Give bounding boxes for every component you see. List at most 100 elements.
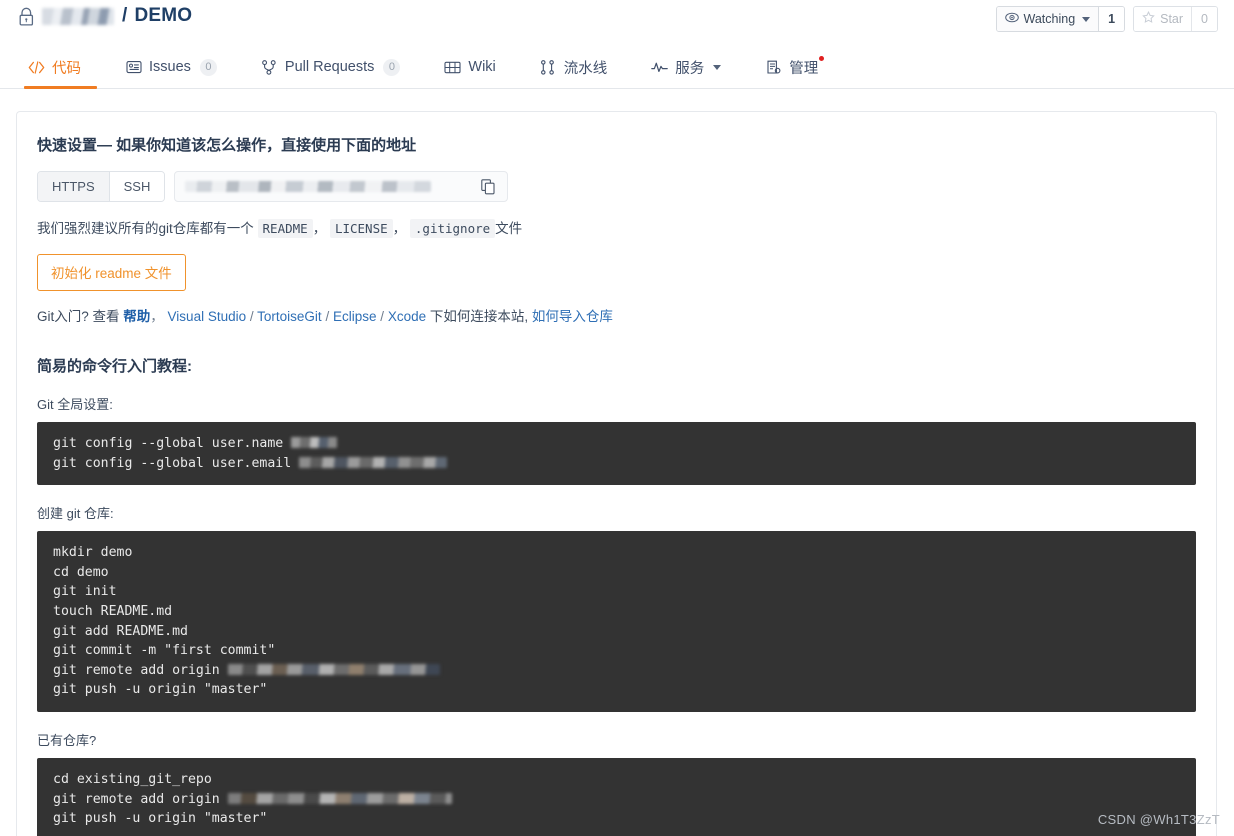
book-icon — [444, 59, 461, 76]
tab-service[interactable]: 服务 — [629, 46, 743, 88]
code-line: git config --global user.email — [53, 454, 1180, 474]
code-line-text: git add README.md — [53, 623, 188, 639]
code-block-global-config[interactable]: git config --global user.name git config… — [37, 422, 1196, 486]
link-xcode[interactable]: Xcode — [388, 309, 426, 324]
protocol-https-button[interactable]: HTTPS — [38, 172, 109, 201]
redacted-remote-url — [227, 792, 452, 804]
eye-icon — [1004, 12, 1019, 26]
watching-label: Watching — [1023, 12, 1076, 26]
clone-url-input[interactable] — [174, 171, 509, 202]
code-line: git config --global user.name — [53, 434, 1180, 454]
issue-card-icon — [125, 59, 142, 76]
git-help-comma: ， — [150, 309, 164, 324]
git-help-lead: Git入门? 查看 — [37, 309, 120, 324]
code-line-text: git remote add origin — [53, 662, 228, 678]
link-tortoisegit[interactable]: TortoiseGit — [257, 309, 322, 324]
code-line-text: git commit -m "first commit" — [53, 643, 276, 659]
code-line: git remote add origin — [53, 790, 1180, 810]
activity-icon — [651, 59, 669, 76]
lock-icon — [18, 7, 35, 27]
clone-row: HTTPS SSH — [37, 171, 1196, 202]
clone-url-redacted — [185, 181, 432, 192]
code-line-text: git config --global user.name — [53, 436, 292, 451]
client-sep-3: / — [380, 309, 385, 324]
redacted-user-email — [299, 456, 448, 468]
client-sep-1: / — [249, 309, 254, 324]
code-line: git push -u origin "master" — [53, 680, 1180, 700]
code-line: mkdir demo — [53, 543, 1180, 563]
code-line-text: git push -u origin "master" — [53, 811, 268, 827]
code-line-text: git remote add origin — [53, 791, 228, 807]
pipeline-icon — [540, 59, 557, 76]
advice-comma-1: ， — [312, 221, 327, 236]
tab-manage[interactable]: 管理 — [743, 46, 840, 88]
redacted-remote-url — [227, 663, 440, 675]
link-eclipse[interactable]: Eclipse — [333, 309, 377, 324]
redacted-user-name — [291, 437, 338, 448]
code-line: cd demo — [53, 563, 1180, 583]
tab-code-label: 代码 — [52, 60, 81, 77]
tutorial-title: 简易的命令行入门教程: — [37, 358, 192, 375]
watching-button[interactable]: Watching — [996, 7, 1100, 31]
code-block-existing-repo[interactable]: cd existing_git_repo git remote add origi… — [37, 757, 1196, 836]
title-separator: / — [122, 5, 128, 26]
init-readme-button[interactable]: 初始化 readme 文件 — [37, 254, 186, 291]
protocol-toggle[interactable]: HTTPS SSH — [37, 171, 166, 202]
code-line-text: git config --global user.email — [53, 455, 300, 471]
help-link[interactable]: 帮助 — [123, 309, 150, 324]
tutorial-section-label-2: 已有仓库? — [37, 732, 97, 748]
code-line-text: mkdir demo — [53, 545, 133, 561]
repo-header: / DEMO Watching 1 Star 0 — [0, 0, 1234, 46]
repo-name: DEMO — [134, 5, 193, 26]
file-chip-gitignore: .gitignore — [409, 219, 496, 238]
code-line: git remote add origin — [53, 661, 1180, 681]
tab-pull-requests[interactable]: Pull Requests 0 — [239, 46, 422, 88]
code-line: git add README.md — [53, 622, 1180, 642]
repository-page: / DEMO Watching 1 Star 0 代码 Issues 0 Pul… — [0, 0, 1234, 836]
watermark: CSDN @Wh1T3ZzT — [1097, 812, 1220, 827]
code-line: git commit -m "first commit" — [53, 641, 1180, 661]
star-count[interactable]: 0 — [1192, 7, 1217, 31]
code-line-text: git push -u origin "master" — [53, 682, 268, 698]
quick-setup-title: 快速设置— 如果你知道该怎么操作，直接使用下面的地址 — [37, 137, 417, 154]
chevron-down-icon — [713, 64, 722, 70]
tutorial-section-label-0: Git 全局设置: — [37, 397, 113, 412]
merge-request-icon — [261, 59, 278, 76]
code-line-text: git init — [53, 584, 117, 600]
star-button-group[interactable]: Star 0 — [1133, 6, 1218, 32]
tab-code[interactable]: 代码 — [18, 46, 103, 89]
repo-owner-redacted — [42, 7, 114, 25]
code-line-text: touch README.md — [53, 603, 173, 619]
protocol-ssh-button[interactable]: SSH — [108, 172, 165, 201]
repo-files-advice: 我们强烈建议所有的git仓库都有一个 README， LICENSE， .git… — [37, 218, 1196, 240]
code-line: git init — [53, 582, 1180, 602]
advice-comma-2: ， — [392, 221, 407, 236]
tab-issues-count: 0 — [199, 58, 217, 76]
git-help-tail: 下如何连接本站, — [429, 309, 529, 324]
tab-manage-label: 管理 — [789, 60, 819, 77]
tab-wiki-label: Wiki — [468, 59, 496, 75]
page-title: / DEMO — [18, 5, 192, 27]
code-line: cd existing_git_repo — [53, 770, 1180, 790]
watching-button-group[interactable]: Watching 1 — [995, 6, 1126, 32]
repo-tab-bar: 代码 Issues 0 Pull Requests 0 Wiki 流水线 服务 … — [0, 46, 1234, 89]
settings-doc-icon — [765, 59, 782, 76]
star-icon — [1142, 10, 1155, 27]
link-visual-studio[interactable]: Visual Studio — [168, 309, 247, 324]
tab-wiki[interactable]: Wiki — [422, 46, 517, 88]
link-import-repo[interactable]: 如何导入仓库 — [532, 309, 613, 324]
tab-pull-requests-label: Pull Requests — [284, 59, 375, 75]
chevron-down-icon — [1082, 16, 1091, 22]
watching-count[interactable]: 1 — [1099, 7, 1125, 31]
copy-icon[interactable] — [481, 179, 496, 200]
file-chip-readme: README — [257, 219, 313, 238]
tab-pipeline-label: 流水线 — [563, 60, 608, 77]
file-chip-license: LICENSE — [329, 219, 393, 238]
tab-issues[interactable]: Issues 0 — [103, 46, 239, 88]
tab-pipeline[interactable]: 流水线 — [518, 46, 630, 88]
star-button[interactable]: Star — [1134, 7, 1193, 31]
advice-suffix: 文件 — [495, 221, 523, 236]
client-sep-2: / — [325, 309, 330, 324]
tab-service-label: 服务 — [675, 60, 705, 77]
code-block-create-repo[interactable]: mkdir demo cd demo git init touch README.md… — [37, 531, 1196, 712]
